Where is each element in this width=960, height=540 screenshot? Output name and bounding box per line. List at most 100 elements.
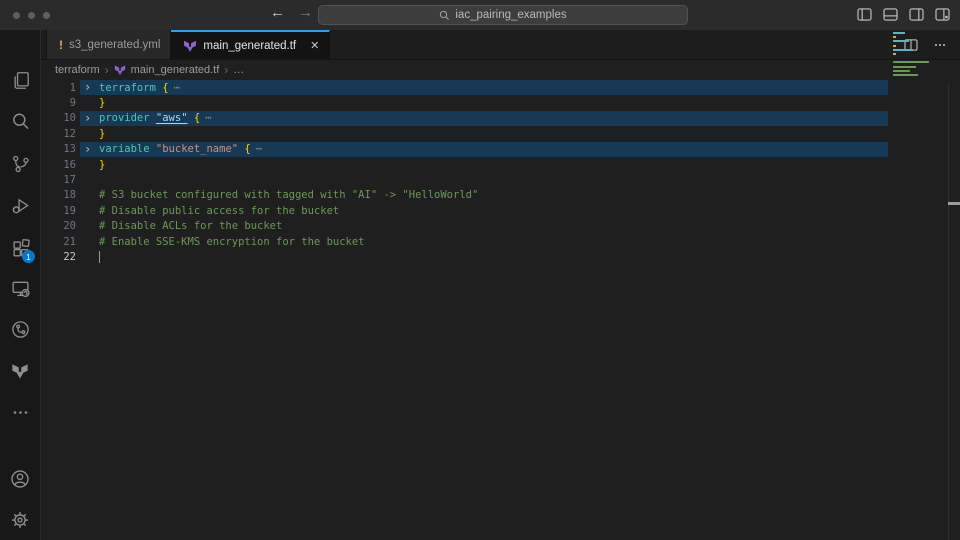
chevron-right-icon: ›: [224, 63, 228, 77]
token-br: }: [99, 159, 105, 171]
tab-label: s3_generated.yml: [69, 39, 160, 51]
window-dot[interactable]: [28, 12, 35, 19]
toggle-panel-icon[interactable]: [883, 8, 898, 21]
line-number: 19: [41, 205, 76, 217]
toggle-primary-sidebar-icon[interactable]: [857, 8, 872, 21]
minimap[interactable]: [893, 32, 937, 82]
terraform-icon: [183, 39, 197, 53]
line-content: # S3 bucket configured with tagged with …: [99, 189, 478, 201]
token-fold: ⋯: [174, 82, 179, 94]
minimap-line: [893, 45, 896, 47]
token-cm: # Enable SSE-KMS encryption for the buck…: [99, 236, 365, 248]
settings-gear-icon[interactable]: [0, 500, 40, 540]
window-dot[interactable]: [13, 12, 20, 19]
forward-arrow-icon[interactable]: →: [298, 4, 313, 21]
activity-bar: 1: [0, 30, 41, 540]
line-content: # Disable ACLs for the bucket: [99, 220, 282, 232]
code-line-13[interactable]: 13›variable "bucket_name" {⋯: [41, 142, 960, 157]
close-tab-icon[interactable]: ✕: [310, 39, 319, 52]
token-br: }: [99, 97, 105, 109]
more-views-icon[interactable]: [0, 392, 40, 432]
code-line-1[interactable]: 1 › terraform { ⋯: [41, 80, 960, 95]
fold-chevron-icon[interactable]: ›: [84, 111, 91, 125]
token-cm: # Disable ACLs for the bucket: [99, 220, 282, 232]
command-center-search[interactable]: iac_pairing_examples: [318, 5, 688, 25]
overview-ruler-mark: [948, 202, 960, 205]
fold-chevron-icon[interactable]: ›: [84, 142, 91, 156]
terraform-sidebar-icon[interactable]: [0, 351, 40, 391]
tab-bar: ! s3_generated.yml main_generated.tf ✕: [41, 30, 960, 60]
breadcrumb-symbol[interactable]: …: [233, 64, 244, 76]
code-line-18[interactable]: 18# S3 bucket configured with tagged wit…: [41, 188, 960, 203]
accounts-icon[interactable]: [0, 459, 40, 499]
text-cursor: [99, 251, 100, 263]
git-graph-icon[interactable]: [0, 309, 40, 349]
toggle-secondary-sidebar-icon[interactable]: [909, 8, 924, 21]
token-kw: provider: [99, 112, 156, 124]
line-content: variable "bucket_name" {⋯: [99, 143, 261, 155]
gutter: 13›: [41, 142, 99, 157]
code-line-19[interactable]: 19 # Disable public access for the bucket: [41, 203, 960, 218]
terraform-icon: [114, 64, 126, 76]
code-line-21[interactable]: 21# Enable SSE-KMS encryption for the bu…: [41, 234, 960, 249]
gutter: 22: [41, 249, 99, 264]
line-number: 10: [41, 112, 76, 124]
vscode-window: ← → iac_pairing_examples: [0, 0, 960, 540]
token-fold: ⋯: [256, 143, 261, 155]
extensions-icon[interactable]: 1: [0, 227, 40, 267]
title-bar: ← → iac_pairing_examples: [0, 0, 960, 30]
fold-chevron-icon[interactable]: ›: [84, 80, 91, 94]
code-line-17[interactable]: 17: [41, 172, 960, 187]
extensions-badge: 1: [22, 250, 35, 263]
search-icon: [439, 10, 450, 21]
customize-layout-icon[interactable]: [935, 8, 950, 21]
remote-explorer-icon[interactable]: [0, 268, 40, 308]
token-link[interactable]: "aws": [156, 112, 188, 124]
minimap-line: [893, 66, 916, 68]
back-arrow-icon[interactable]: ←: [270, 4, 285, 21]
gutter: 17: [41, 172, 99, 187]
token-kw: terraform: [99, 82, 162, 94]
line-number: 22: [41, 251, 76, 263]
code-line-12[interactable]: 12}: [41, 126, 960, 141]
line-content: [99, 251, 100, 263]
source-control-icon[interactable]: [0, 143, 40, 183]
minimap-line: [893, 36, 896, 38]
chevron-right-icon: ›: [105, 63, 109, 77]
token-br: }: [99, 128, 105, 140]
token-kw: variable: [99, 143, 156, 155]
token-fold: ⋯: [205, 112, 210, 124]
breadcrumb: terraform › main_generated.tf › …: [41, 60, 960, 80]
gutter: 19: [41, 203, 99, 218]
token-str: "bucket_name": [156, 143, 238, 155]
code-line-10[interactable]: 10 › provider "aws" {⋯: [41, 111, 960, 126]
token-br: {: [162, 82, 168, 94]
tab-label: main_generated.tf: [203, 40, 296, 52]
line-content: # Enable SSE-KMS encryption for the buck…: [99, 236, 365, 248]
minimap-line: [893, 49, 913, 51]
code-line-16[interactable]: 16}: [41, 157, 960, 172]
breadcrumb-file[interactable]: main_generated.tf: [131, 64, 220, 76]
minimap-line: [893, 32, 905, 34]
minimap-line: [893, 74, 918, 76]
explorer-icon[interactable]: [0, 60, 40, 100]
line-content: provider "aws" {⋯: [99, 112, 211, 124]
breadcrumb-folder[interactable]: terraform: [55, 64, 100, 76]
code-line-9[interactable]: 9}: [41, 95, 960, 110]
window-dot[interactable]: [43, 12, 50, 19]
code-line-22[interactable]: 22: [41, 249, 960, 264]
gutter: 10 ›: [41, 111, 99, 126]
window-controls[interactable]: [13, 12, 50, 19]
code-line-20[interactable]: 20# Disable ACLs for the bucket: [41, 219, 960, 234]
search-sidebar-icon[interactable]: [0, 101, 40, 141]
run-and-debug-icon[interactable]: [0, 185, 40, 225]
tab-main-generated-tf[interactable]: main_generated.tf ✕: [171, 30, 330, 59]
line-number: 1: [41, 82, 76, 94]
line-content: # Disable public access for the bucket: [99, 205, 339, 217]
tab-s3-generated-yml[interactable]: ! s3_generated.yml: [46, 30, 171, 59]
editor-group: ! s3_generated.yml main_generated.tf ✕: [41, 30, 960, 540]
gutter: 20: [41, 219, 99, 234]
code-area[interactable]: 1›terraform {⋯9}10›provider "aws" {⋯12}1…: [41, 80, 960, 540]
line-content: }: [99, 128, 105, 140]
gutter: 18: [41, 188, 99, 203]
